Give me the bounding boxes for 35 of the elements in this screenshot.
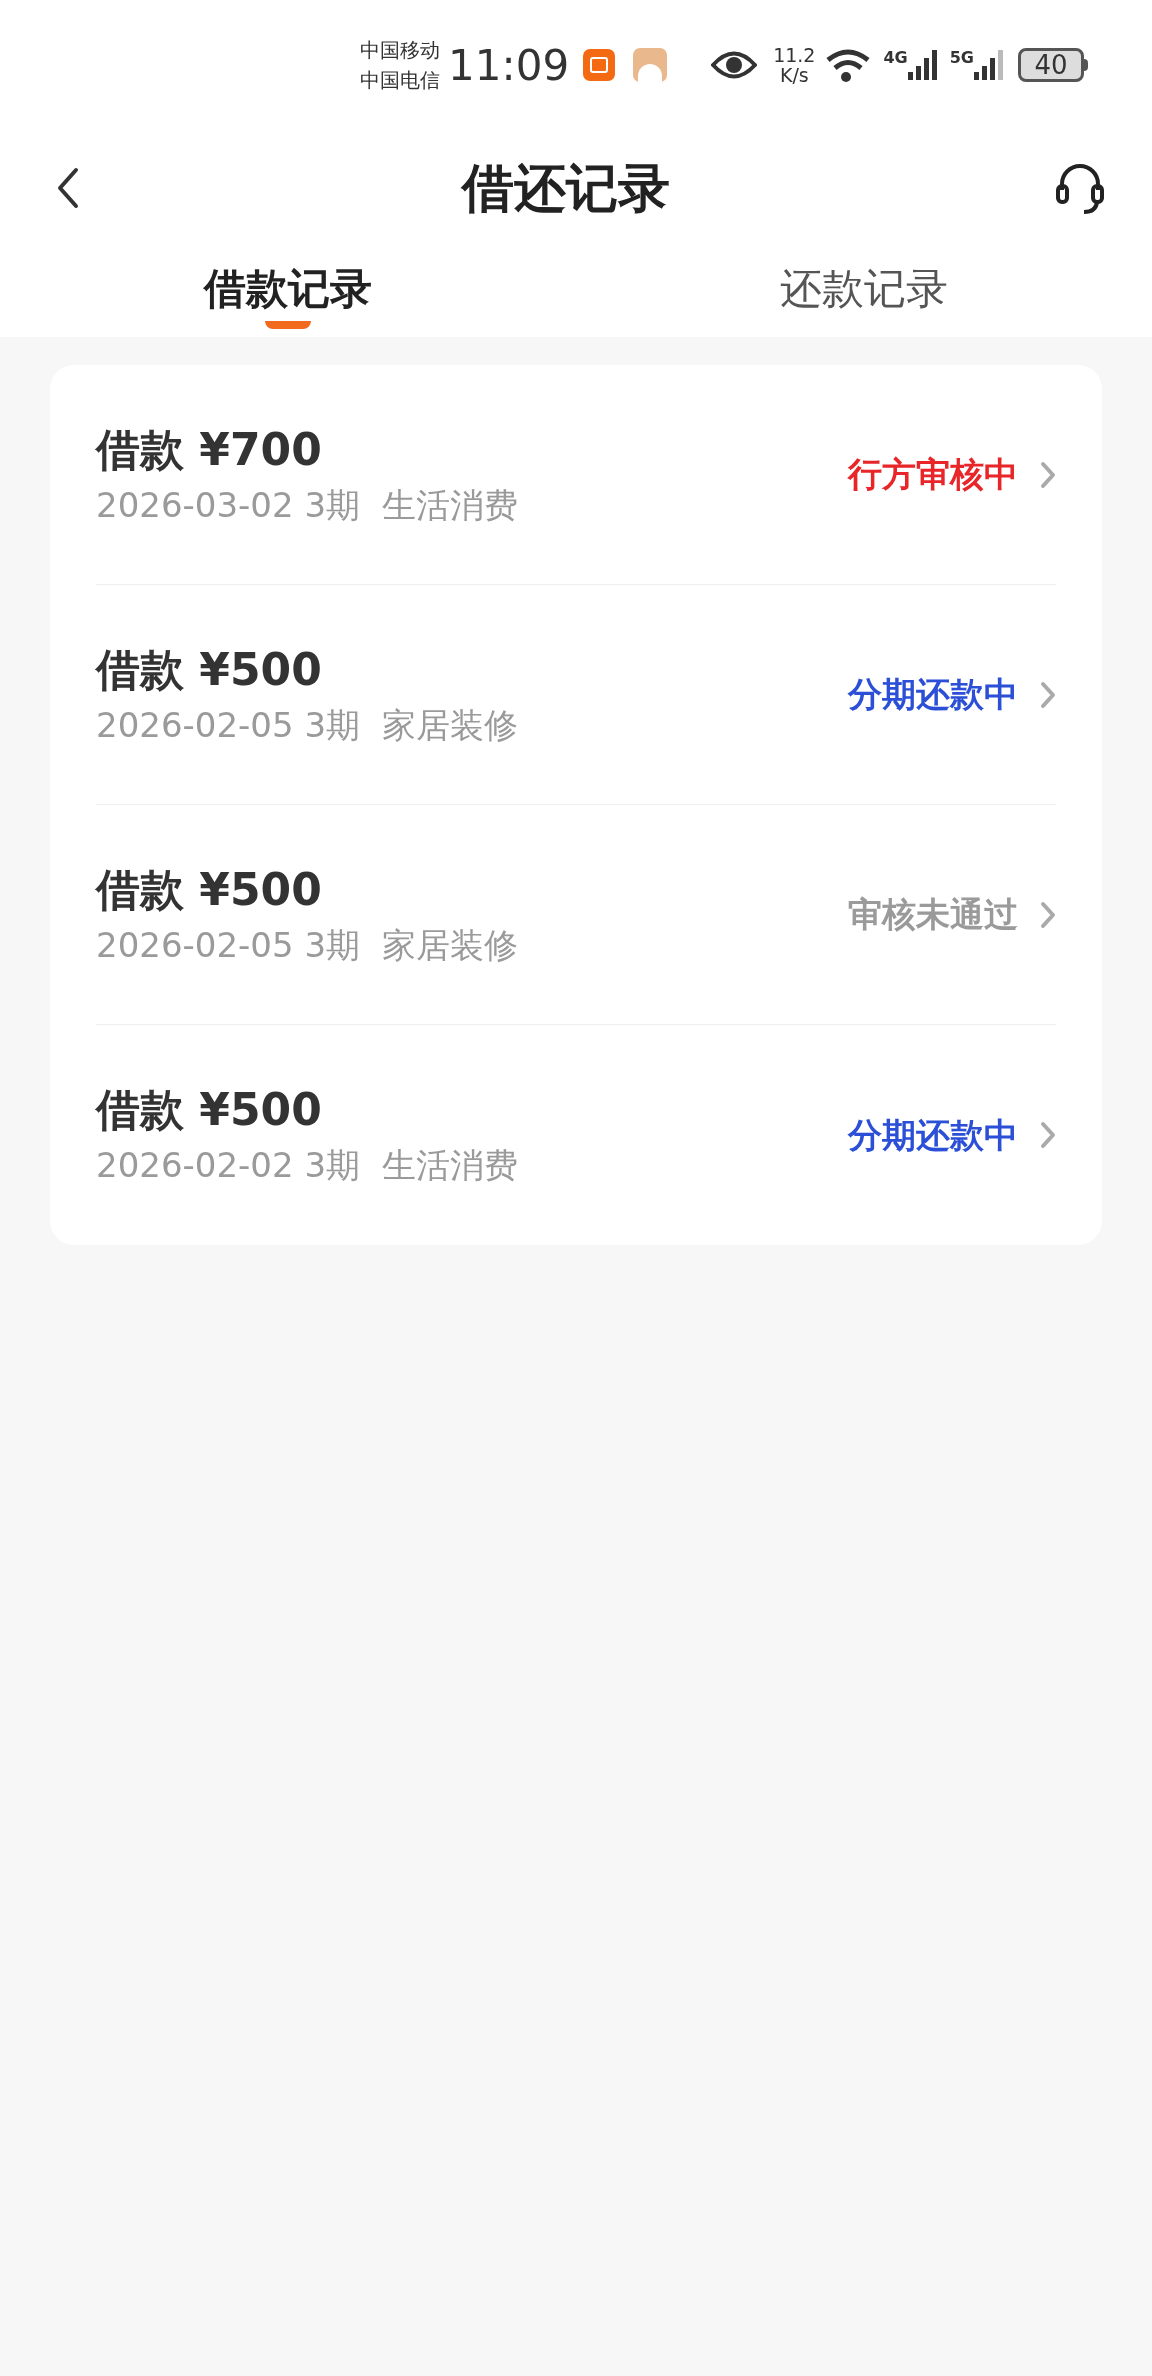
page-title: 借还记录: [462, 156, 670, 220]
eye-icon: [711, 50, 758, 80]
loan-amount: 借款 ¥500: [96, 642, 323, 697]
carrier-name: 中国移动: [360, 37, 441, 64]
loan-status: 审核未通过: [848, 893, 1018, 936]
clock-time: 11:09: [448, 39, 570, 92]
signal-icon: [974, 50, 1004, 80]
carrier-name: 中国电信: [360, 67, 441, 94]
signal-icon: [907, 50, 938, 80]
loan-details: 2026-02-05 3期 家居装修: [96, 703, 518, 747]
app-icon: [633, 48, 668, 82]
loan-status: 分期还款中: [848, 1113, 1018, 1157]
chevron-right-icon[interactable]: [1040, 1121, 1056, 1149]
loan-details: 2026-02-05 3期 家居装修: [96, 923, 518, 967]
loan-details: 2026-03-02 3期 生活消费: [96, 483, 518, 527]
battery-indicator: 40: [1018, 48, 1088, 82]
loan-amount: 借款 ¥700: [96, 422, 323, 477]
tab-underline: [265, 321, 311, 329]
chevron-right-icon[interactable]: [1040, 680, 1056, 709]
tab[interactable]: 借款记录: [204, 259, 372, 319]
back-icon[interactable]: [56, 165, 80, 210]
loan-status: 分期还款中: [848, 673, 1018, 716]
wifi-icon: [825, 48, 872, 82]
loan-details: 2026-02-02 3期 生活消费: [96, 1144, 518, 1187]
network-type: 5G: [949, 50, 974, 66]
chevron-right-icon[interactable]: [1040, 900, 1056, 929]
loan-amount: 借款 ¥500: [96, 1083, 323, 1137]
network-type: 4G: [883, 50, 908, 66]
chevron-right-icon[interactable]: [1040, 460, 1056, 489]
envelope-icon: [583, 49, 616, 81]
tab[interactable]: 还款记录: [780, 259, 948, 319]
loan-amount: 借款 ¥500: [96, 862, 323, 917]
loan-status: 行方审核中: [848, 453, 1018, 496]
network-speed-unit: K/s: [779, 65, 809, 85]
network-speed: 11.2: [773, 45, 816, 65]
